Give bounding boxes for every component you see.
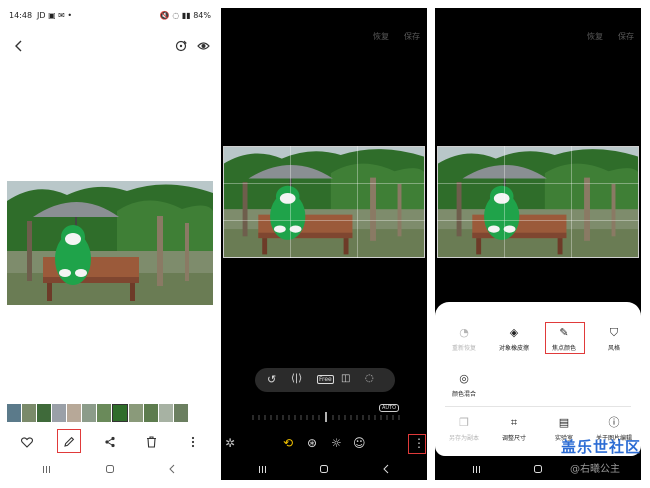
- crop-frame: [437, 146, 639, 258]
- aspect-free-button[interactable]: Free: [317, 375, 334, 384]
- thumbnail[interactable]: [7, 404, 21, 422]
- brush-icon: ⛉: [609, 326, 619, 339]
- crop-grid-line: [504, 146, 505, 258]
- thumbnail[interactable]: [97, 404, 111, 422]
- auto-enhance-icon[interactable]: ✲: [225, 436, 235, 450]
- status-bar: 14:48 JD ▣ ✉ • 🔇 ◌ ▮▮ 84%: [7, 8, 213, 24]
- save-button[interactable]: 保存: [404, 31, 420, 42]
- menu-spot-color[interactable]: ✎ 焦点颜色: [539, 326, 589, 352]
- pen-icon: ✎: [559, 326, 569, 339]
- status-indicators-left: JD ▣ ✉ •: [37, 11, 73, 20]
- recent-apps-icon[interactable]: [469, 462, 483, 476]
- thumbnail[interactable]: [82, 404, 96, 422]
- more-options-icon[interactable]: [185, 434, 201, 450]
- thumbnail[interactable]: [37, 404, 51, 422]
- more-options-sheet: ◔ 重新恢复 ◈ 对象橡皮擦 ✎ 焦点颜色 ⛉ 风格 ◎ 颜色混合 ❐ 另存为副…: [435, 302, 641, 456]
- eraser-icon: ◈: [509, 326, 519, 339]
- back-icon[interactable]: [11, 36, 27, 56]
- sticker-icon[interactable]: ☺: [353, 436, 366, 450]
- thumbnail[interactable]: [144, 404, 158, 422]
- home-icon[interactable]: [531, 462, 545, 476]
- back-nav-icon[interactable]: [165, 462, 179, 476]
- brightness-icon[interactable]: ☼: [331, 436, 342, 450]
- thumbnail[interactable]: [159, 404, 173, 422]
- heart-icon[interactable]: [19, 434, 35, 450]
- crop-grid-line: [437, 183, 639, 184]
- gallery-viewer-screen: 14:48 JD ▣ ✉ • 🔇 ◌ ▮▮ 84%: [7, 8, 213, 480]
- menu-resize[interactable]: ⌗ 调整尺寸: [489, 416, 539, 442]
- menu-divider: [445, 406, 631, 407]
- crop-grid-line: [223, 220, 425, 221]
- thumbnail[interactable]: [22, 404, 36, 422]
- recent-apps-icon[interactable]: [255, 462, 269, 476]
- perspective-icon[interactable]: ◫: [341, 373, 350, 384]
- crop-grid-line: [437, 220, 639, 221]
- edit-pencil-icon[interactable]: [61, 434, 77, 450]
- share-icon[interactable]: [102, 434, 118, 450]
- system-nav-bar: [221, 458, 427, 480]
- watermark-author: @右曦公主: [570, 464, 620, 475]
- crop-grid-line: [223, 183, 425, 184]
- copy-icon: ❐: [459, 416, 469, 429]
- crop-grid-line: [290, 146, 291, 258]
- thumbnail[interactable]: [52, 404, 66, 422]
- main-photo[interactable]: [7, 181, 213, 305]
- menu-save-copy: ❐ 另存为副本: [439, 416, 489, 442]
- thumbnail-selected[interactable]: [112, 404, 128, 422]
- menu-style[interactable]: ⛉ 风格: [589, 326, 639, 352]
- editor-crop-screen: 恢复 保存 ↺ ⟨|⟩ Free ◫ ◌ AUTO ✲ ⟲ ⊛ ☼ ☺ ⋮: [221, 8, 427, 480]
- watermark-site: 盖乐世社区: [561, 438, 642, 456]
- crop-grid-line: [571, 146, 572, 258]
- home-icon[interactable]: [103, 462, 117, 476]
- restore-icon: ◔: [459, 326, 469, 339]
- revert-button[interactable]: 恢复: [373, 31, 389, 42]
- filter-icon[interactable]: ⊛: [307, 436, 317, 450]
- transform-toolbar: ↺ ⟨|⟩ Free ◫ ◌: [255, 368, 395, 392]
- crop-rotate-icon[interactable]: ⟲: [283, 436, 293, 450]
- status-indicators-right: 🔇 ◌ ▮▮ 84%: [159, 11, 211, 20]
- thumbnail[interactable]: [67, 404, 81, 422]
- viewer-top-bar: [7, 36, 213, 56]
- thumbnail[interactable]: [129, 404, 143, 422]
- palette-icon: ◎: [459, 372, 469, 385]
- flip-icon[interactable]: ⟨|⟩: [291, 373, 302, 384]
- editor-more-menu-screen: 恢复 保存 ◔ 重新恢复 ◈ 对象橡皮擦 ✎ 焦点颜色 ⛉ 风格 ◎ 颜色混合: [435, 8, 641, 480]
- auto-straighten-button[interactable]: AUTO: [379, 404, 399, 412]
- resize-icon: ⌗: [510, 416, 518, 429]
- menu-restore: ◔ 重新恢复: [439, 326, 489, 352]
- viewer-action-bar: [7, 429, 213, 453]
- lasso-icon[interactable]: ◌: [365, 373, 374, 384]
- menu-color-mix[interactable]: ◎ 颜色混合: [439, 372, 489, 398]
- thumbnail-strip: [7, 404, 213, 422]
- eye-icon[interactable]: [195, 38, 211, 54]
- lab-icon: ▤: [558, 416, 570, 429]
- trash-icon[interactable]: [143, 434, 159, 450]
- menu-object-eraser[interactable]: ◈ 对象橡皮擦: [489, 326, 539, 352]
- info-icon: ⓘ: [608, 416, 620, 429]
- remaster-icon[interactable]: [173, 38, 189, 54]
- save-button[interactable]: 保存: [618, 31, 634, 42]
- rotate-icon[interactable]: ↺: [267, 373, 276, 386]
- system-nav-bar: [7, 458, 213, 480]
- straighten-ruler[interactable]: [251, 412, 401, 422]
- crop-frame[interactable]: [223, 146, 425, 258]
- revert-button[interactable]: 恢复: [587, 31, 603, 42]
- status-time: 14:48: [9, 11, 33, 20]
- back-nav-icon[interactable]: [379, 462, 393, 476]
- thumbnail[interactable]: [174, 404, 188, 422]
- editor-tool-tabs: ✲ ⟲ ⊛ ☼ ☺ ⋮: [221, 436, 427, 454]
- recent-apps-icon[interactable]: [39, 462, 53, 476]
- home-icon[interactable]: [317, 462, 331, 476]
- highlight-box: [408, 434, 426, 454]
- crop-grid-line: [357, 146, 358, 258]
